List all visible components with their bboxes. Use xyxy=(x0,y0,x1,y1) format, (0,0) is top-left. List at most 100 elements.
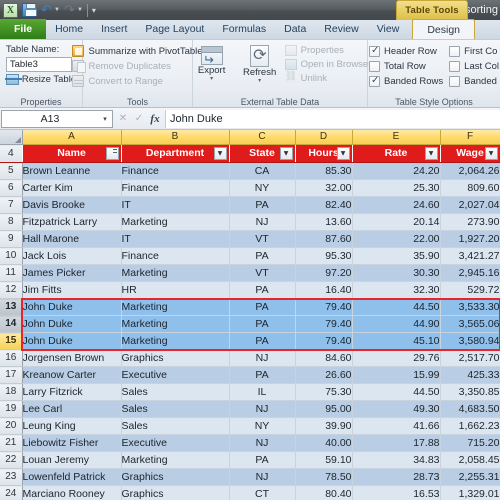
cell-B20[interactable]: Sales xyxy=(121,417,230,435)
cell-D15[interactable]: 79.40 xyxy=(295,332,353,350)
table-row[interactable]: 16 Jorgensen Brown Graphics NJ 84.60 29.76 2,5… xyxy=(0,349,500,367)
row-header-4[interactable]: 4 xyxy=(0,144,23,163)
row-header-9[interactable]: 9 xyxy=(0,230,23,248)
row-header-5[interactable]: 5 xyxy=(0,162,23,180)
cell-C5[interactable]: CA xyxy=(229,162,296,180)
table-row[interactable]: 12 Jim Fitts HR PA 16.40 32.30 529.72 xyxy=(0,281,500,299)
cell-A11[interactable]: James Picker xyxy=(22,264,122,282)
remove-duplicates-button[interactable]: Remove Duplicates xyxy=(72,60,202,73)
column-header-c[interactable]: C xyxy=(229,130,296,145)
cell-A22[interactable]: Louan Jeremy xyxy=(22,451,122,469)
cell-D16[interactable]: 84.60 xyxy=(295,349,353,367)
cell-D23[interactable]: 78.50 xyxy=(295,468,353,486)
cell-C16[interactable]: NJ xyxy=(229,349,296,367)
cell-B21[interactable]: Executive xyxy=(121,434,230,452)
refresh-button[interactable]: Refresh ▾ xyxy=(237,43,283,84)
name-box[interactable]: A13 ▾ xyxy=(1,109,113,128)
cell-E7[interactable]: 24.60 xyxy=(352,196,441,214)
cell-F12[interactable]: 529.72 xyxy=(440,281,500,299)
customize-quick-access-icon[interactable]: ▾ xyxy=(92,6,96,15)
cell-F7[interactable]: 2,027.04 xyxy=(440,196,500,214)
cell-D18[interactable]: 75.30 xyxy=(295,383,353,401)
checkbox-banded-rows[interactable]: Banded Rows xyxy=(369,75,443,87)
cell-E15[interactable]: 45.10 xyxy=(352,332,441,350)
column-header-b[interactable]: B xyxy=(121,130,230,145)
column-header-e[interactable]: E xyxy=(352,130,441,145)
cell-B15[interactable]: Marketing xyxy=(121,332,230,350)
cell-F21[interactable]: 715.20 xyxy=(440,434,500,452)
table-row[interactable]: 18 Larry Fitzrick Sales IL 75.30 44.50 3,350.8… xyxy=(0,383,500,401)
formula-input[interactable]: John Duke xyxy=(165,109,500,128)
row-header-22[interactable]: 22 xyxy=(0,451,23,469)
cell-E10[interactable]: 35.90 xyxy=(352,247,441,265)
cell-D11[interactable]: 97.20 xyxy=(295,264,353,282)
undo-dropdown-icon[interactable]: ▼ xyxy=(54,7,60,13)
tab-file[interactable]: File xyxy=(0,19,47,39)
column-header-d[interactable]: D xyxy=(295,130,353,145)
filter-icon-hours[interactable]: ▼ xyxy=(336,147,350,160)
cell-A16[interactable]: Jorgensen Brown xyxy=(22,349,122,367)
table-row[interactable]: 11 James Picker Marketing VT 97.20 30.30 2,945… xyxy=(0,264,500,282)
cell-C10[interactable]: PA xyxy=(229,247,296,265)
table-row[interactable]: 22 Louan Jeremy Marketing PA 59.10 34.83 2,058… xyxy=(0,451,500,469)
table-row[interactable]: 6 Carter Kim Finance NY 32.00 25.30 809.60 xyxy=(0,179,500,197)
table-header-wage[interactable]: Wage ▼ xyxy=(440,144,500,163)
checkbox-first-column[interactable]: First Co xyxy=(449,46,499,57)
excel-logo-icon[interactable]: X xyxy=(2,2,19,19)
cell-C18[interactable]: IL xyxy=(229,383,296,401)
tab-insert[interactable]: Insert xyxy=(92,19,136,39)
table-row[interactable]: 24 Marciano Rooney Graphics CT 80.40 16.53 1,3… xyxy=(0,485,500,500)
cell-A15[interactable]: John Duke xyxy=(22,332,122,350)
cell-A21[interactable]: Liebowitz Fisher xyxy=(22,434,122,452)
cell-E14[interactable]: 44.90 xyxy=(352,315,441,333)
table-header-state[interactable]: State ▼ xyxy=(229,144,296,163)
cell-D14[interactable]: 79.40 xyxy=(295,315,353,333)
row-header-16[interactable]: 16 xyxy=(0,349,23,367)
cell-E17[interactable]: 15.99 xyxy=(352,366,441,384)
cell-D17[interactable]: 26.60 xyxy=(295,366,353,384)
cell-C17[interactable]: PA xyxy=(229,366,296,384)
cancel-icon[interactable]: ✕ xyxy=(115,110,131,127)
cell-B23[interactable]: Graphics xyxy=(121,468,230,486)
name-box-dropdown-icon[interactable]: ▾ xyxy=(98,115,112,123)
export-button[interactable]: Export ▾ xyxy=(189,43,235,82)
row-header-24[interactable]: 24 xyxy=(0,485,23,500)
cell-D21[interactable]: 40.00 xyxy=(295,434,353,452)
cell-B16[interactable]: Graphics xyxy=(121,349,230,367)
table-row[interactable]: 17 Kreanow Carter Executive PA 26.60 15.99 425… xyxy=(0,366,500,384)
table-header-name[interactable]: Name xyxy=(22,144,122,163)
row-header-23[interactable]: 23 xyxy=(0,468,23,486)
row-header-15[interactable]: 15 xyxy=(0,332,23,350)
cell-F8[interactable]: 273.90 xyxy=(440,213,500,231)
table-row[interactable]: 5 Brown Leanne Finance CA 85.30 24.20 2,064.26 xyxy=(0,162,500,180)
cell-B17[interactable]: Executive xyxy=(121,366,230,384)
export-dropdown-icon[interactable]: ▾ xyxy=(210,76,213,82)
select-all-corner[interactable] xyxy=(0,130,23,145)
cell-E5[interactable]: 24.20 xyxy=(352,162,441,180)
column-header-a[interactable]: A xyxy=(22,130,122,145)
cell-E8[interactable]: 20.14 xyxy=(352,213,441,231)
filter-icon-department[interactable]: ▼ xyxy=(213,147,227,160)
cell-C22[interactable]: PA xyxy=(229,451,296,469)
cell-F9[interactable]: 1,927.20 xyxy=(440,230,500,248)
column-header-f[interactable]: F xyxy=(440,130,500,145)
cell-A14[interactable]: John Duke xyxy=(22,315,122,333)
row-header-10[interactable]: 10 xyxy=(0,247,23,265)
save-icon[interactable] xyxy=(20,2,37,19)
tab-page-layout[interactable]: Page Layout xyxy=(136,19,213,39)
table-header-department[interactable]: Department ▼ xyxy=(121,144,230,163)
tab-design[interactable]: Design xyxy=(412,19,475,39)
row-header-20[interactable]: 20 xyxy=(0,417,23,435)
cell-D8[interactable]: 13.60 xyxy=(295,213,353,231)
table-row[interactable]: 19 Lee Carl Sales NJ 95.00 49.30 4,683.50 xyxy=(0,400,500,418)
cell-F6[interactable]: 809.60 xyxy=(440,179,500,197)
redo-icon[interactable]: ↷ xyxy=(61,2,78,19)
cell-D10[interactable]: 95.30 xyxy=(295,247,353,265)
cell-B6[interactable]: Finance xyxy=(121,179,230,197)
tab-home[interactable]: Home xyxy=(46,19,92,39)
cell-F15[interactable]: 3,580.94 xyxy=(440,332,500,350)
cell-B5[interactable]: Finance xyxy=(121,162,230,180)
cell-F13[interactable]: 3,533.30 xyxy=(440,298,500,316)
cell-D9[interactable]: 87.60 xyxy=(295,230,353,248)
table-header-hours[interactable]: Hours ▼ xyxy=(295,144,353,163)
